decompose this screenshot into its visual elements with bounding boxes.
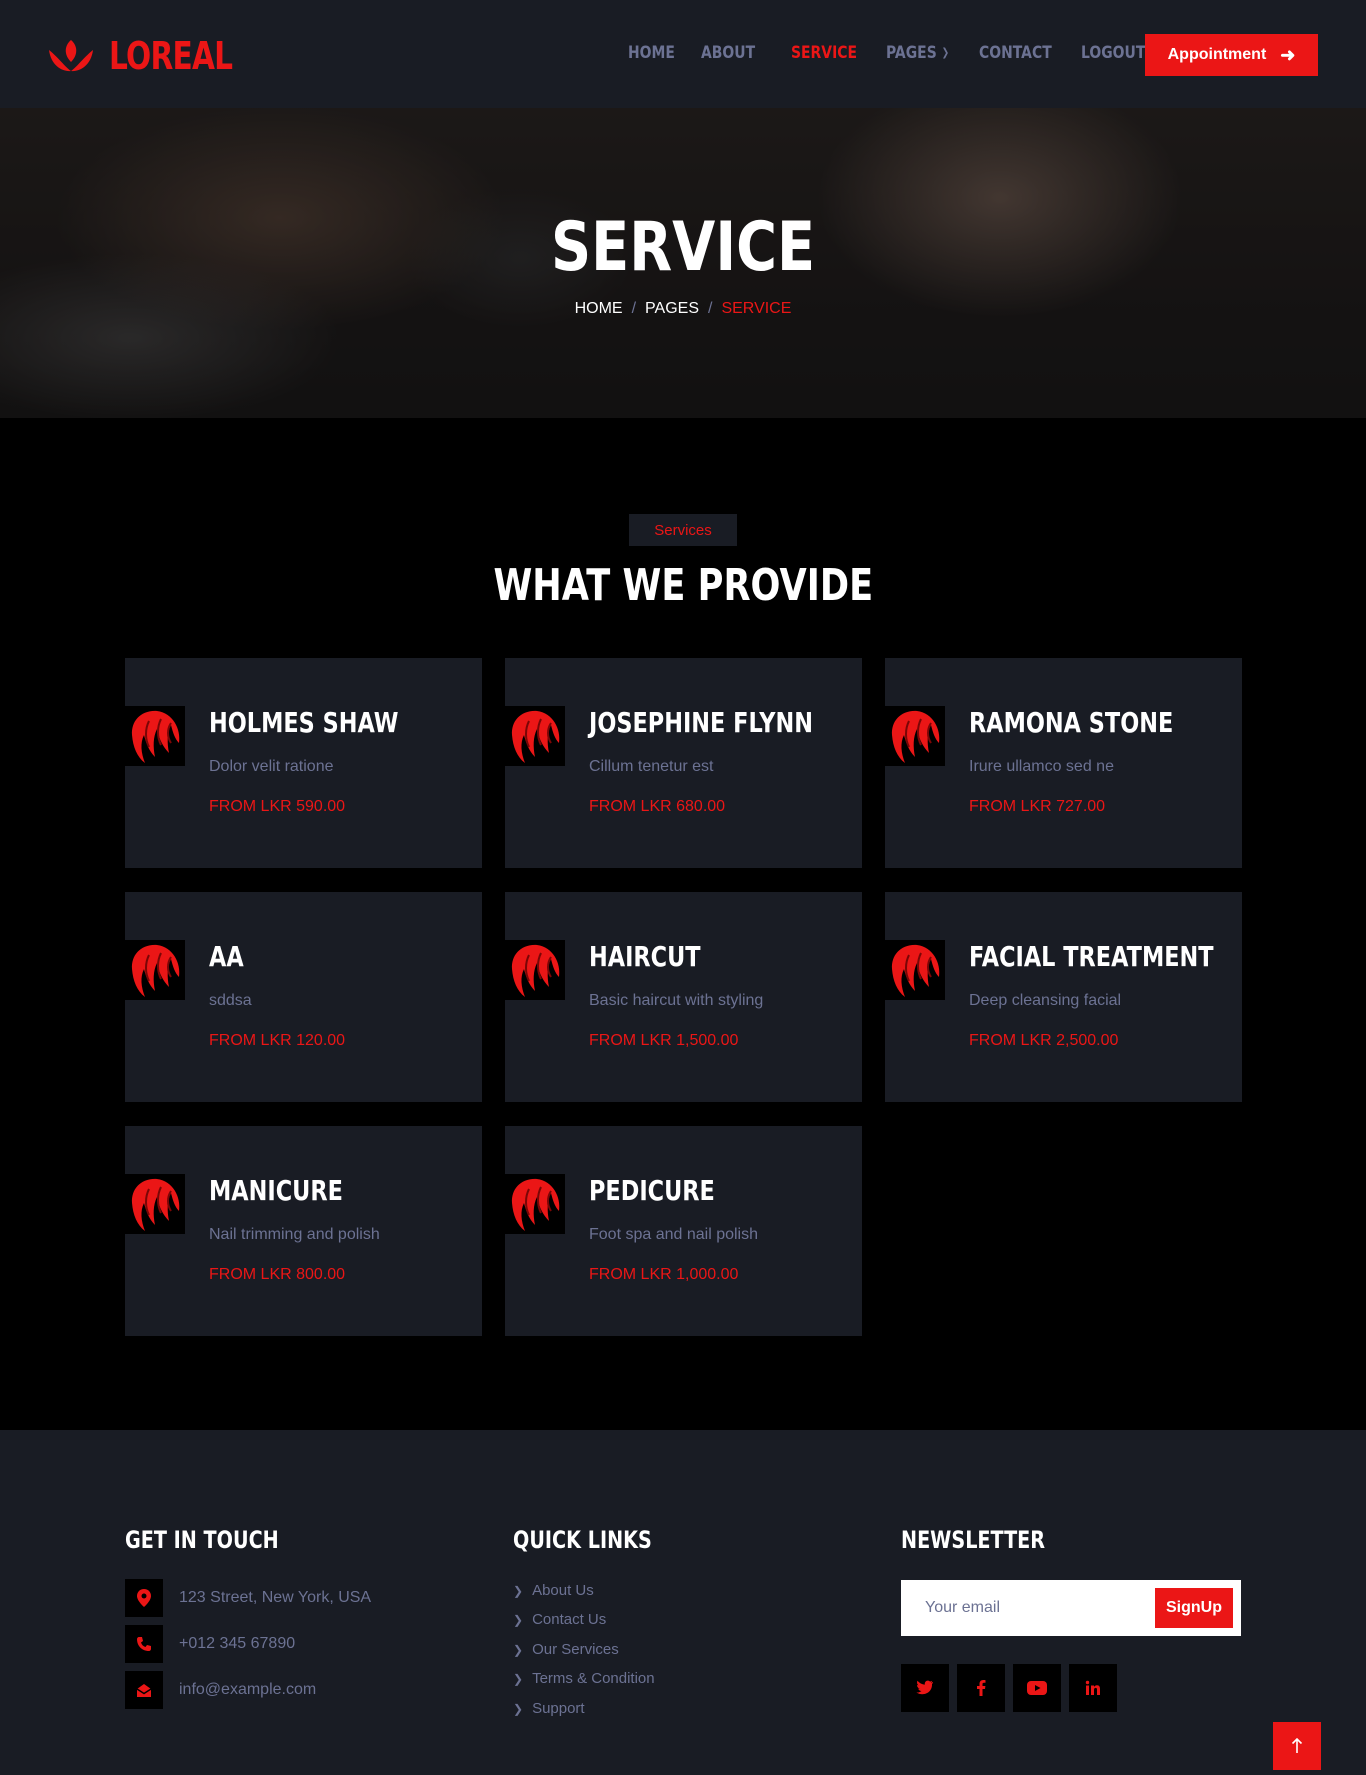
arrow-right-icon: ➜ (1280, 44, 1296, 65)
newsletter-form: SignUp (901, 1580, 1241, 1636)
quick-link-contact[interactable]: ❯ Contact Us (513, 1611, 606, 1628)
breadcrumb-separator: / (708, 300, 713, 317)
service-card[interactable]: HOLMES SHAW Dolor velit ratione FROM LKR 5… (125, 658, 482, 868)
twitter-icon[interactable] (901, 1664, 949, 1712)
service-card[interactable]: AA sddsa FROM LKR 120.00 (125, 892, 482, 1102)
hair-icon (505, 1174, 565, 1234)
chevron-right-icon: ❯ (513, 1643, 524, 1657)
map-pin-icon (125, 1579, 163, 1617)
service-price: FROM LKR 680.00 (589, 798, 726, 815)
hair-icon (885, 940, 945, 1000)
contact-email: info@example.com (125, 1671, 316, 1709)
service-description: Nail trimming and polish (209, 1226, 380, 1243)
contact-email-text[interactable]: info@example.com (179, 1681, 316, 1699)
contact-address: 123 Street, New York, USA (125, 1579, 371, 1617)
chevron-right-icon: ❯ (513, 1613, 524, 1627)
service-card[interactable]: FACIAL TREATMENT Deep cleansing facial FRO… (885, 892, 1242, 1102)
chevron-right-icon: ❯ (513, 1702, 524, 1716)
envelope-open-icon (125, 1671, 163, 1709)
contact-phone: +012 345 67890 (125, 1625, 295, 1663)
service-price: FROM LKR 120.00 (209, 1032, 346, 1049)
phone-icon (125, 1625, 163, 1663)
footer-links-heading: QUICK LINKS (513, 1526, 652, 1554)
hair-icon (125, 940, 185, 1000)
service-card[interactable]: RAMONA STONE Irure ullamco sed ne FROM LKR… (885, 658, 1242, 868)
service-description: Irure ullamco sed ne (969, 758, 1114, 775)
lotus-icon (49, 40, 93, 72)
facebook-icon[interactable] (957, 1664, 1005, 1712)
nav-contact[interactable]: CONTACT (979, 43, 1052, 63)
youtube-icon[interactable] (1013, 1664, 1061, 1712)
contact-phone-text[interactable]: +012 345 67890 (179, 1635, 295, 1653)
service-card[interactable]: MANICURE Nail trimming and polish FROM LKR… (125, 1126, 482, 1336)
breadcrumb-pages[interactable]: PAGES (645, 300, 699, 317)
service-name: AA (209, 940, 244, 973)
service-description: Cillum tenetur est (589, 758, 714, 775)
nav-service[interactable]: SERVICE (791, 43, 857, 63)
service-name: JOSEPHINE FLYNN (589, 706, 813, 739)
arrow-up-icon (1291, 1738, 1303, 1753)
nav-pages-label: PAGES (885, 43, 937, 63)
breadcrumb-home[interactable]: HOME (575, 300, 623, 317)
service-price: FROM LKR 2,500.00 (969, 1032, 1119, 1049)
service-description: Dolor velit ratione (209, 758, 334, 775)
brand-name: LOREAL (109, 34, 233, 78)
hair-icon (505, 940, 565, 1000)
main-nav: HOME ABOUT SERVICE PAGES ❯ CONTACT LOGOUT (628, 43, 1160, 63)
service-price: FROM LKR 1,500.00 (589, 1032, 739, 1049)
hair-icon (505, 706, 565, 766)
quick-link-services[interactable]: ❯ Our Services (513, 1641, 619, 1658)
service-card[interactable]: JOSEPHINE FLYNN Cillum tenetur est FROM LK… (505, 658, 862, 868)
appointment-label: Appointment (1167, 46, 1267, 63)
newsletter-email-input[interactable] (901, 1580, 1151, 1636)
service-description: Deep cleansing facial (969, 992, 1122, 1009)
navbar: LOREAL HOME ABOUT SERVICE PAGES ❯ CONTACT… (0, 0, 1366, 108)
service-name: PEDICURE (589, 1174, 715, 1207)
footer-contact-heading: GET IN TOUCH (125, 1526, 279, 1554)
chevron-right-icon: ❯ (513, 1584, 524, 1598)
service-card[interactable]: HAIRCUT Basic haircut with styling FROM LK… (505, 892, 862, 1102)
hair-icon (885, 706, 945, 766)
nav-logout[interactable]: LOGOUT (1081, 43, 1145, 63)
nav-about[interactable]: ABOUT (701, 43, 755, 63)
hair-icon (125, 706, 185, 766)
brand-logo[interactable]: LOREAL (47, 34, 267, 78)
page-header-hero: SERVICE HOME / PAGES / SERVICE (0, 108, 1366, 418)
page-title: SERVICE (550, 208, 816, 287)
service-price: FROM LKR 590.00 (209, 798, 346, 815)
signup-button[interactable]: SignUp (1155, 1588, 1233, 1628)
service-name: MANICURE (209, 1174, 343, 1207)
breadcrumb-separator: / (631, 300, 637, 317)
chevron-down-icon: ❯ (941, 46, 949, 59)
service-description: sddsa (209, 992, 252, 1009)
service-price: FROM LKR 1,000.00 (589, 1266, 739, 1283)
nav-home[interactable]: HOME (628, 43, 675, 63)
quick-link-terms[interactable]: ❯ Terms & Condition (513, 1670, 655, 1687)
service-name: HOLMES SHAW (209, 706, 399, 739)
section-title: WHAT WE PROVIDE (493, 560, 873, 611)
chevron-right-icon: ❯ (513, 1672, 524, 1686)
back-to-top-button[interactable] (1273, 1722, 1321, 1770)
contact-address-text: 123 Street, New York, USA (179, 1589, 372, 1606)
quick-link-support[interactable]: ❯ Support (513, 1700, 585, 1717)
service-name: RAMONA STONE (969, 706, 1174, 739)
section-tag: Services (629, 514, 737, 546)
quick-link-about[interactable]: ❯ About Us (513, 1582, 594, 1599)
service-name: HAIRCUT (589, 940, 701, 973)
service-name: FACIAL TREATMENT (969, 940, 1214, 973)
breadcrumb: HOME / PAGES / SERVICE (0, 300, 1366, 318)
service-price: FROM LKR 727.00 (969, 798, 1106, 815)
service-price: FROM LKR 800.00 (209, 1266, 346, 1283)
nav-pages[interactable]: PAGES ❯ (886, 43, 949, 63)
appointment-button[interactable]: Appointment ➜ (1145, 34, 1318, 76)
service-description: Basic haircut with styling (589, 992, 764, 1009)
service-card[interactable]: PEDICURE Foot spa and nail polish FROM LKR… (505, 1126, 862, 1336)
service-description: Foot spa and nail polish (589, 1226, 758, 1243)
hair-icon (125, 1174, 185, 1234)
footer-newsletter-heading: NEWSLETTER (901, 1526, 1046, 1554)
linkedin-icon[interactable] (1069, 1664, 1117, 1712)
breadcrumb-current: SERVICE (721, 300, 792, 317)
